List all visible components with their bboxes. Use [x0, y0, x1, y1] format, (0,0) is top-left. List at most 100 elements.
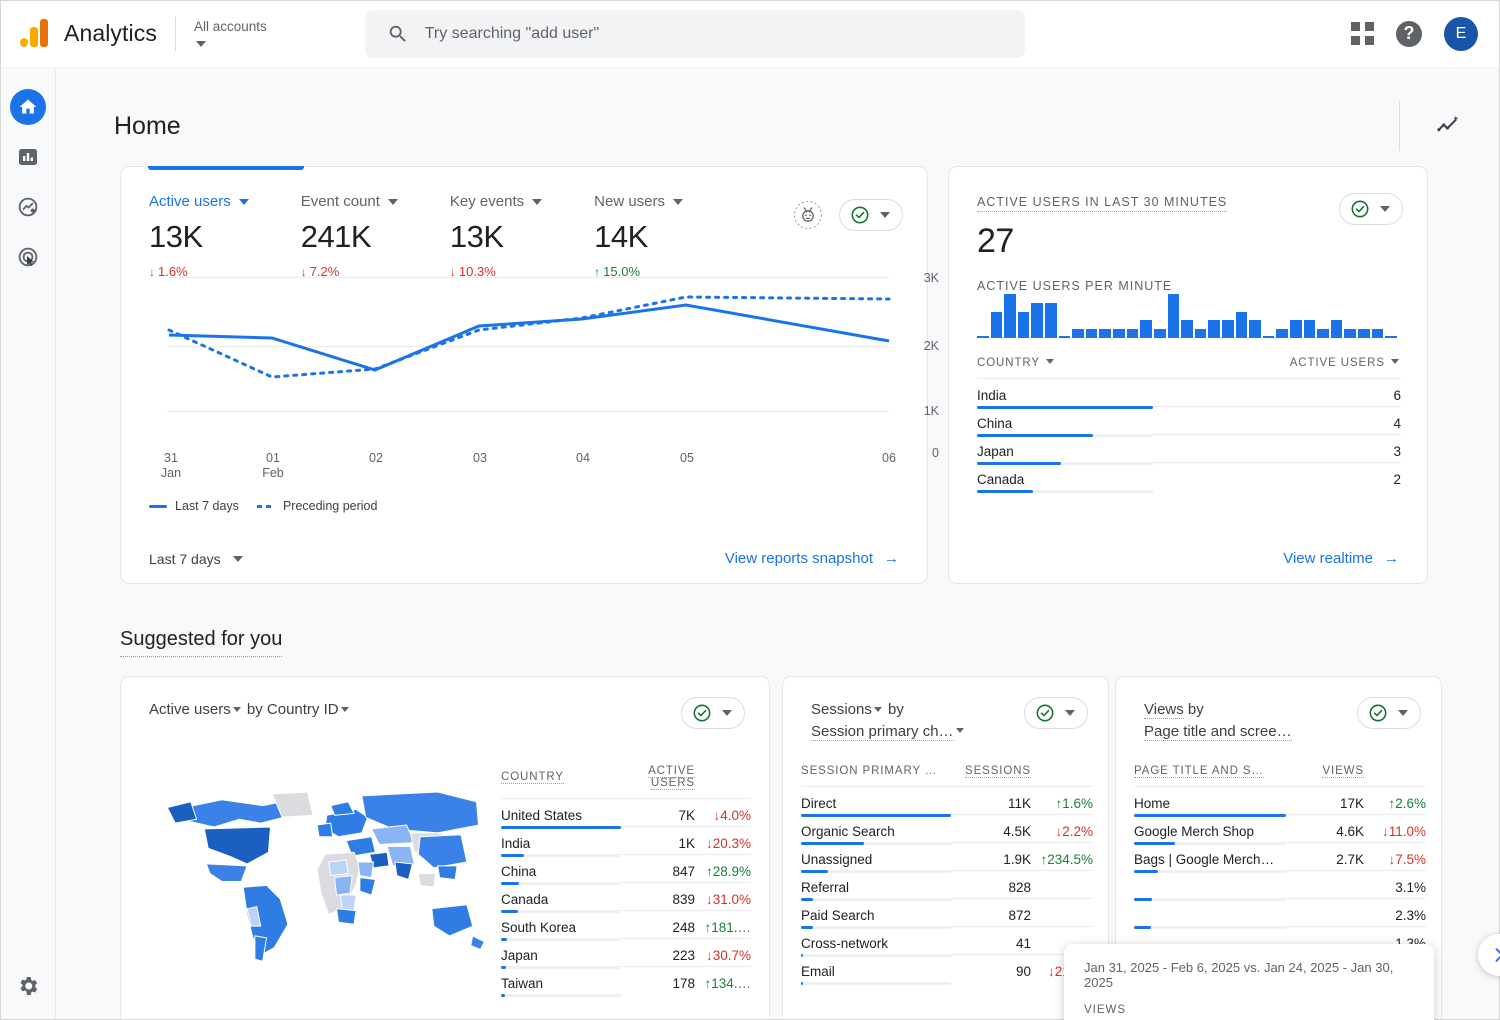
chevron-down-icon — [232, 706, 241, 712]
metric-value: 14K — [594, 219, 648, 254]
cell-change: ↓30.7% — [695, 938, 751, 967]
sidebar-item-reports[interactable] — [0, 132, 56, 182]
suggested-dimension-selector[interactable]: Page title and scree… — [1144, 722, 1292, 741]
table-row[interactable]: Direct 11K ↑1.6% — [801, 786, 1093, 817]
view-reports-snapshot-link[interactable]: View reports snapshot → — [725, 550, 899, 567]
table-row[interactable]: Japan 223 ↓30.7% — [501, 938, 751, 969]
data-quality-chip[interactable] — [1024, 697, 1088, 729]
analytics-home-app: Analytics All accounts ? E — [0, 0, 1500, 1020]
sidebar-item-home[interactable] — [0, 82, 56, 132]
search-input[interactable] — [424, 24, 985, 43]
realtime-bar — [1317, 329, 1329, 338]
col-header-country[interactable]: COUNTRY — [977, 357, 1153, 379]
metric-label-text: Event count — [300, 193, 380, 210]
chart-legend: Last 7 days Preceding period — [149, 499, 377, 513]
table-row[interactable]: Bags | Google Merch… 2.7K ↓7.5% — [1134, 842, 1426, 873]
metric-label[interactable]: Key events — [450, 193, 543, 210]
apps-grid-icon[interactable] — [1351, 22, 1374, 45]
cell-dimension — [1134, 898, 1286, 929]
insights-sparkline-icon[interactable] — [1426, 104, 1470, 148]
view-realtime-link[interactable]: View realtime → — [1283, 550, 1399, 567]
col-header-views[interactable]: VIEWS — [1286, 765, 1364, 787]
metric-tile-event-count[interactable]: Event count 241K ↓ 7.2% — [301, 193, 398, 279]
table-row[interactable]: India 6 — [977, 378, 1401, 409]
table-row[interactable]: South Korea 248 ↑181.… — [501, 910, 751, 941]
table-row[interactable]: 2.3% — [1134, 898, 1426, 929]
table-row[interactable]: Cross-network 41 — [801, 926, 1093, 957]
cell-change — [1031, 870, 1093, 899]
chevron-down-icon — [1065, 710, 1075, 716]
world-map-chart[interactable] — [146, 772, 496, 987]
table-row[interactable]: Taiwan 178 ↑134.… — [501, 966, 751, 997]
metric-tile-key-events[interactable]: Key events 13K ↓ 10.3% — [450, 193, 543, 279]
col-header-country[interactable]: COUNTRY — [501, 765, 621, 799]
sidebar-item-advertising[interactable] — [0, 232, 56, 282]
table-row[interactable]: United States 7K ↓4.0% — [501, 798, 751, 829]
col-header-active-users[interactable]: ACTIVE USERS — [1153, 357, 1401, 379]
date-range-label: Last 7 days — [149, 550, 221, 567]
col-header-sessions[interactable]: SESSIONS — [951, 765, 1031, 787]
suggested-dimension-label: Country ID — [266, 701, 339, 718]
account-selector[interactable]: All accounts — [194, 19, 267, 48]
cell-metric: 2.7K — [1286, 842, 1364, 871]
metric-label[interactable]: Event count — [301, 193, 398, 210]
cell-dimension: South Korea — [501, 910, 621, 941]
help-icon[interactable]: ? — [1396, 20, 1422, 47]
realtime-bar — [1072, 329, 1084, 338]
x-tick-2: 02 — [369, 451, 383, 465]
chart-tooltip: Jan 31, 2025 - Feb 6, 2025 vs. Jan 24, 2… — [1064, 944, 1434, 1020]
table-row[interactable]: Canada 839 ↓31.0% — [501, 882, 751, 913]
table-row[interactable]: Canada 2 — [977, 462, 1401, 493]
table-row[interactable]: China 4 — [977, 406, 1401, 437]
sidebar-item-admin[interactable] — [0, 974, 56, 998]
legend-label-0: Last 7 days — [175, 499, 239, 513]
table-row[interactable]: Unassigned 1.9K ↑234.5% — [801, 842, 1093, 873]
suggested-dimension-selector[interactable]: Session primary ch… — [811, 722, 966, 741]
table-row[interactable]: Home 17K ↑2.6% — [1134, 786, 1426, 817]
carousel-next-button[interactable] — [1478, 934, 1500, 976]
table-row[interactable]: Google Merch Shop 4.6K ↓11.0% — [1134, 814, 1426, 845]
sessions-channel-table: SESSION PRIMARY … SESSIONS Direct 11K ↑1.6… — [801, 765, 1093, 985]
data-quality-chip[interactable] — [681, 697, 745, 729]
table-row[interactable]: Paid Search 872 — [801, 898, 1093, 929]
table-row[interactable]: Email90↓21.1% — [801, 954, 1093, 985]
col-header-change — [695, 765, 751, 799]
col-header-country-label: COUNTRY — [977, 357, 1040, 369]
data-quality-chip[interactable] — [1339, 193, 1403, 225]
metrics-overview-card: Active users 13K ↓ 1.6% Event count 241K — [120, 166, 939, 584]
table-row[interactable]: India 1K ↓20.3% — [501, 826, 751, 857]
metric-tile-active-users[interactable]: Active users 13K ↓ 1.6% — [149, 193, 249, 279]
metric-label[interactable]: Active users — [149, 193, 249, 210]
main-content: Home Active users 13K ↓ 1.6% Event count… — [56, 68, 1500, 1020]
table-row[interactable]: China 847 ↑28.9% — [501, 854, 751, 885]
search-bar[interactable] — [364, 9, 1025, 58]
realtime-bar — [1290, 320, 1302, 338]
realtime-bar — [1371, 329, 1384, 338]
suggested-metric-selector[interactable]: Views — [1144, 701, 1184, 719]
table-row[interactable]: Japan 3 — [977, 434, 1401, 465]
table-header-row: COUNTRY ACTIVE USERS — [977, 357, 1401, 379]
suggested-dimension-selector[interactable]: Country ID — [267, 701, 351, 718]
metric-label[interactable]: New users — [594, 193, 683, 210]
insight-badge-icon[interactable] — [793, 200, 823, 230]
suggested-card-title: Active users by Country ID — [121, 677, 421, 721]
table-row[interactable]: Referral 828 — [801, 870, 1093, 901]
data-quality-chip[interactable] — [1357, 697, 1421, 729]
table-row[interactable]: 3.1% — [1134, 870, 1426, 901]
data-quality-chip[interactable] — [839, 199, 903, 231]
suggested-metric-selector[interactable]: Active users — [149, 701, 243, 718]
metric-tile-new-users[interactable]: New users 14K ↑ 15.0% — [594, 193, 683, 279]
cell-metric: 178 — [621, 966, 695, 994]
col-header-channel[interactable]: SESSION PRIMARY … — [801, 765, 951, 787]
cell-metric: 223 — [621, 938, 695, 967]
sidebar-item-explore[interactable] — [0, 182, 56, 232]
col-header-active-users[interactable]: ACTIVE USERS — [621, 765, 695, 799]
avatar[interactable]: E — [1444, 16, 1478, 51]
suggested-metric-selector[interactable]: Sessions — [811, 701, 884, 718]
col-header-page-title[interactable]: PAGE TITLE AND S… — [1134, 765, 1286, 787]
top-bar-actions: ? E — [1351, 16, 1478, 51]
cell-dimension: Taiwan — [501, 966, 621, 997]
chevron-down-icon — [532, 198, 543, 205]
table-row[interactable]: Organic Search 4.5K ↓2.2% — [801, 814, 1093, 845]
date-range-selector[interactable]: Last 7 days — [149, 551, 243, 567]
